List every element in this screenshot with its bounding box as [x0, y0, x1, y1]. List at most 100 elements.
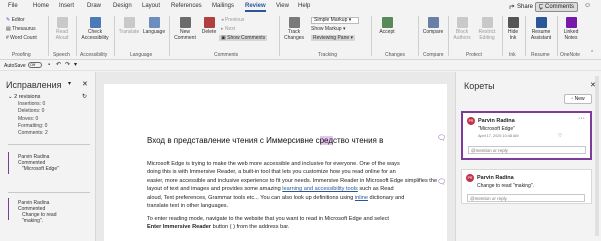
editor-label: Editor: [11, 17, 25, 23]
separator: [502, 16, 503, 56]
restrict-editing-button[interactable]: Restrict Editing: [475, 17, 499, 41]
document-paragraph-1[interactable]: Microsoft Edge is trying to make the web…: [147, 160, 438, 210]
new-comment-pane-button[interactable]: ▫ New: [564, 94, 592, 104]
count-icon: #: [6, 35, 9, 41]
tab-view[interactable]: View: [276, 3, 289, 9]
accept-icon: [381, 17, 393, 28]
comment-icon: [539, 4, 543, 10]
read-aloud-label: Read Aloud: [55, 29, 69, 41]
compare-label: Compare: [422, 29, 444, 35]
tab-layout[interactable]: Layout: [142, 3, 160, 9]
save-icon[interactable]: ▪: [48, 62, 50, 68]
paragraph-line: Enter Immersive Reader button ( ) from t…: [147, 223, 433, 231]
show-markup-button[interactable]: Show Markup ▾: [311, 26, 345, 32]
next-comment-button[interactable]: ▸ Next: [221, 26, 235, 32]
read-aloud-button[interactable]: Read Aloud: [51, 17, 73, 41]
autosave-toggle[interactable]: Off: [28, 62, 42, 68]
translate-label: Translate: [118, 29, 140, 35]
smiley-icon[interactable]: ☺: [584, 2, 591, 9]
thesaurus-button[interactable]: ▤ Thesaurus: [6, 26, 36, 32]
check-accessibility-button[interactable]: Check Accessibility: [80, 17, 110, 41]
paragraph-line: easier, more accessible and inclusive ex…: [147, 177, 438, 184]
scrollbar[interactable]: [595, 76, 599, 236]
text-run: such as Read: [357, 186, 394, 193]
markup-select[interactable]: Simple Markup ▾: [311, 17, 359, 24]
separator: [114, 16, 115, 56]
undo-icon[interactable]: ↶: [56, 61, 61, 68]
revision-comment-1[interactable]: Parvin Radina Commented "Microsoft Edge": [18, 154, 59, 172]
accept-button[interactable]: Accept: [376, 17, 398, 36]
more-options-icon[interactable]: ···: [578, 115, 585, 122]
language-button[interactable]: Language: [142, 17, 166, 36]
tab-references[interactable]: References: [171, 3, 202, 9]
share-icon: [509, 4, 515, 9]
resume-icon: [535, 17, 547, 28]
revisions-summary[interactable]: ⌄ 2 revisions: [8, 94, 40, 100]
share-button[interactable]: Share: [506, 2, 536, 12]
editor-button[interactable]: ✎ Editor: [6, 17, 25, 23]
comments-button[interactable]: Comments: [535, 2, 578, 12]
tab-help[interactable]: Help: [298, 3, 310, 9]
document-paragraph-2[interactable]: To enter reading mode, navigate to the w…: [147, 215, 433, 232]
separator: [371, 16, 372, 56]
tab-home[interactable]: Home: [33, 3, 49, 9]
accessibility-tools-link[interactable]: learning and accessibility tools: [282, 186, 358, 192]
tab-insert[interactable]: Insert: [59, 3, 74, 9]
track-changes-icon: [288, 17, 300, 28]
redo-icon[interactable]: ↷: [65, 61, 70, 68]
comment-indicator-icon[interactable]: 🗨: [437, 178, 446, 186]
delete-label: Delete: [201, 29, 217, 35]
track-changes-button[interactable]: Track Changes: [283, 17, 305, 41]
collapse-icon: ⌄: [8, 94, 13, 100]
pane-options-icon[interactable]: ▾: [68, 80, 71, 87]
compare-icon: [427, 17, 439, 28]
translate-button[interactable]: Translate: [117, 17, 141, 36]
stat-deletions: Deletions: 0: [18, 108, 45, 115]
show-markup-label: Show Markup: [311, 26, 342, 32]
resume-assistant-button[interactable]: Resume Assistant: [528, 17, 554, 41]
tab-draw[interactable]: Draw: [87, 3, 101, 9]
comment-marker: [8, 152, 9, 174]
stat-moves: Moves: 0: [18, 115, 39, 122]
document-heading[interactable]: Вход в представление чтения с Иммерсивне…: [147, 136, 383, 145]
linked-notes-button[interactable]: Linked Notes: [560, 17, 582, 41]
word-count-button[interactable]: # Word Count: [6, 35, 37, 41]
show-comments-toggle[interactable]: ▣ Show Comments: [219, 35, 268, 41]
close-icon[interactable]: ✕: [82, 80, 88, 88]
tab-design[interactable]: Design: [113, 3, 132, 9]
paragraph-line: Microsoft Edge is trying to make the web…: [147, 161, 400, 167]
hide-ink-button[interactable]: Hide Ink: [504, 17, 522, 41]
comment-card-2[interactable]: PR Parvin Radina Change to read "making"…: [461, 169, 592, 204]
tab-file[interactable]: File: [8, 3, 18, 9]
comment-card-1[interactable]: PR Parvin Radina ··· "Microsoft Edge" Ap…: [461, 111, 592, 160]
compare-button[interactable]: Compare: [421, 17, 445, 36]
ribbon-collapse-icon[interactable]: ⌃: [590, 50, 594, 56]
tab-mailings[interactable]: Mailings: [212, 3, 234, 9]
comment-indicator-icon[interactable]: 🗨: [437, 134, 446, 142]
like-icon[interactable]: ♡: [558, 133, 562, 139]
separator: [418, 16, 419, 56]
divider: [8, 192, 90, 193]
revision-comment-2[interactable]: Parvin Radina Commented Change to read "…: [18, 200, 76, 224]
paragraph-line: doing this is with Immersive Reader, a b…: [147, 169, 396, 176]
group-proofing: Proofing: [12, 52, 31, 58]
previous-comment-button[interactable]: ◂ Previous: [221, 17, 244, 23]
reply-input[interactable]: @mention or reply: [467, 194, 585, 202]
tab-review[interactable]: Review: [245, 3, 266, 12]
new-comment-icon: [179, 17, 191, 28]
customize-qat-icon[interactable]: ▾: [74, 61, 77, 68]
group-ink: Ink: [509, 52, 516, 58]
block-authors-button[interactable]: Block Authors: [451, 17, 473, 41]
book-icon: ▤: [6, 26, 11, 32]
reply-input[interactable]: @mention or reply: [468, 146, 586, 154]
autosave-label: AutoSave: [4, 63, 26, 69]
separator: [448, 16, 449, 56]
refresh-icon[interactable]: ↻: [82, 93, 87, 100]
delete-comment-button[interactable]: Delete: [200, 17, 218, 36]
comments-label: Comments: [544, 4, 574, 10]
reviewing-pane-button[interactable]: Reviewing Pane ▾: [311, 35, 356, 41]
avatar: PR: [466, 174, 474, 182]
new-comment-button[interactable]: New Comment: [172, 17, 198, 41]
comment-text: "Microsoft Edge": [22, 166, 59, 172]
inline-dictionary-link[interactable]: inline: [355, 195, 368, 201]
